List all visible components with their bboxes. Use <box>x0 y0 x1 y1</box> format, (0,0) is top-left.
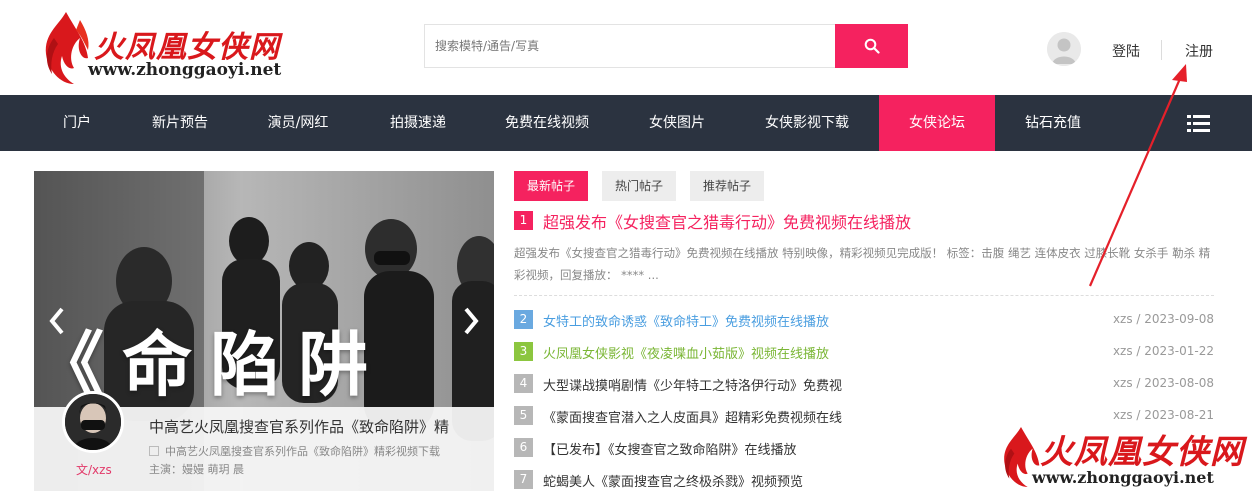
post-title[interactable]: 【已发布】《女搜查官之致命陷阱》在线播放 <box>543 439 797 458</box>
post-rank: 5 <box>514 406 533 425</box>
post-rank: 1 <box>514 211 533 230</box>
list-item: 4 大型谍战摸哨剧情《少年特工之特洛伊行动》免费视 xzs / 2023-08-… <box>514 374 1214 394</box>
doc-icon <box>149 446 159 456</box>
search-bar <box>424 24 908 68</box>
nav-item-shooting[interactable]: 拍摄速递 <box>378 95 458 151</box>
post-rank: 6 <box>514 438 533 457</box>
menu-button[interactable] <box>1187 115 1210 136</box>
slide-description: 中高艺火凤凰搜查官系列作品《致命陷阱》精彩视频下载 主演：嫚嫚 萌玥 晨 <box>149 443 489 479</box>
list-item: 3 火凤凰女侠影视《夜凌喋血小茹版》视频在线播放 xzs / 2023-01-2… <box>514 342 1214 362</box>
nav-item-actors[interactable]: 演员/网红 <box>257 95 339 151</box>
login-link[interactable]: 登陆 <box>1112 41 1140 61</box>
post-rank: 7 <box>514 470 533 489</box>
search-input[interactable] <box>425 25 835 67</box>
watermark-logo: 火凤凰女侠网 www.zhonggaoyi.net <box>996 413 1243 497</box>
nav-item-forum[interactable]: 女侠论坛 <box>879 95 995 151</box>
nav-item-downloads[interactable]: 女侠影视下载 <box>754 95 860 151</box>
main-nav: 门户 新片预告 演员/网红 拍摄速递 免费在线视频 女侠图片 女侠影视下载 女侠… <box>0 95 1252 151</box>
author-avatar[interactable] <box>62 391 124 453</box>
chevron-left-icon <box>49 307 64 335</box>
slide-desc-text: 中高艺火凤凰搜查官系列作品《致命陷阱》精彩视频下载 <box>165 445 440 458</box>
nav-item-trailers[interactable]: 新片预告 <box>140 95 220 151</box>
featured-post-title[interactable]: 超强发布《女搜查官之猎毒行动》免费视频在线播放 <box>543 209 911 233</box>
nav-item-portal[interactable]: 门户 <box>50 95 104 151</box>
tab-latest[interactable]: 最新帖子 <box>514 171 589 201</box>
nav-item-pictures[interactable]: 女侠图片 <box>638 95 716 151</box>
post-rank: 3 <box>514 342 533 361</box>
post-rank: 4 <box>514 374 533 393</box>
tab-recommended[interactable]: 推荐帖子 <box>690 171 765 201</box>
header-divider <box>1161 40 1162 60</box>
logo-url: www.zhonggaoyi.net <box>88 60 282 80</box>
divider <box>514 295 1214 296</box>
featured-slider[interactable]: 《命陷阱 文/xzs 中高艺火凤凰搜查官系列作品《致命陷阱》精 中高艺火凤凰搜查… <box>34 171 494 491</box>
author-name[interactable]: 文/xzs <box>76 461 112 478</box>
post-title[interactable]: 火凤凰女侠影视《夜凌喋血小茹版》视频在线播放 <box>543 343 829 362</box>
search-icon <box>864 38 880 54</box>
post-meta: xzs / 2023-09-08 <box>1112 312 1214 326</box>
post-title[interactable]: 大型谍战摸哨剧情《少年特工之特洛伊行动》免费视 <box>543 375 842 394</box>
slider-next-button[interactable] <box>456 301 486 341</box>
post-meta: xzs / 2023-08-08 <box>1112 376 1214 390</box>
site-header: 火凤凰女侠网 www.zhonggaoyi.net 登陆 注册 <box>0 0 1252 95</box>
site-logo[interactable]: 火凤凰女侠网 www.zhonggaoyi.net <box>36 8 326 88</box>
post-rank: 2 <box>514 310 533 329</box>
watermark-title: 火凤凰女侠网 <box>1040 432 1244 471</box>
slide-cast: 主演：嫚嫚 萌玥 晨 <box>149 463 244 476</box>
post-title[interactable]: 《蒙面搜查官潜入之人皮面具》超精彩免费视频在线 <box>543 407 842 426</box>
list-item: 2 女特工的致命诱惑《致命特工》免费视频在线播放 xzs / 2023-09-0… <box>514 310 1214 330</box>
user-avatar-icon <box>1047 32 1081 66</box>
register-link[interactable]: 注册 <box>1185 41 1213 61</box>
slide-caption[interactable]: 文/xzs 中高艺火凤凰搜查官系列作品《致命陷阱》精 中高艺火凤凰搜查官系列作品… <box>34 391 494 491</box>
user-avatar[interactable] <box>1047 32 1081 66</box>
post-title[interactable]: 女特工的致命诱惑《致命特工》免费视频在线播放 <box>543 311 829 330</box>
search-button[interactable] <box>835 24 908 68</box>
tab-hot[interactable]: 热门帖子 <box>602 171 677 201</box>
post-meta: xzs / 2023-01-22 <box>1112 344 1214 358</box>
nav-item-recharge[interactable]: 钻石充值 <box>1014 95 1092 151</box>
watermark-url: www.zhonggaoyi.net <box>1032 468 1214 487</box>
chevron-right-icon <box>464 307 479 335</box>
nav-item-free-video[interactable]: 免费在线视频 <box>494 95 600 151</box>
post-title[interactable]: 蛇蝎美人《蒙面搜查官之终极杀戮》视频预览 <box>543 471 803 490</box>
list-menu-icon <box>1187 115 1210 132</box>
slide-title[interactable]: 中高艺火凤凰搜查官系列作品《致命陷阱》精 <box>149 416 489 437</box>
slider-prev-button[interactable] <box>42 301 72 341</box>
flame-logo-icon <box>45 12 89 84</box>
featured-post-desc: 超强发布《女搜查官之猎毒行动》免费视频在线播放 特别映像，精彩视频见完成版！ 标… <box>514 246 1211 282</box>
author-photo <box>65 394 121 450</box>
